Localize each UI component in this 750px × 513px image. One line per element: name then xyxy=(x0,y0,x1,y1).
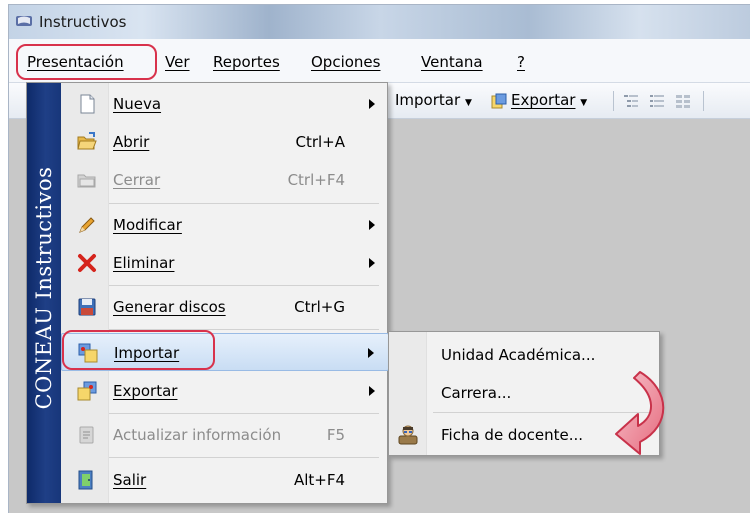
exit-door-icon xyxy=(78,470,93,490)
floppy-disk-icon xyxy=(78,298,96,316)
toolbar-separator xyxy=(613,91,614,111)
shortcut-generar-discos: Ctrl+G xyxy=(294,298,345,316)
title-bar: Instructivos xyxy=(9,5,750,39)
menu-item-label: Actualizar información xyxy=(113,426,282,444)
menu-item-label: Generar discos xyxy=(113,298,226,316)
submenu-item-label: Unidad Académica... xyxy=(441,346,596,364)
update-icon xyxy=(79,426,94,444)
menu-opciones[interactable]: Opciones xyxy=(311,53,380,71)
toolbar-exportar-button[interactable]: Exportar ▼ xyxy=(511,91,587,109)
side-banner-text: CONEAU Instructivos xyxy=(32,166,56,410)
menu-help[interactable]: ? xyxy=(517,53,525,71)
dropdown-arrow-icon: ▼ xyxy=(464,98,472,108)
toolbar-separator xyxy=(703,91,704,111)
menu-separator xyxy=(109,457,379,458)
list-view-icon[interactable] xyxy=(649,93,665,109)
dropdown-arrow-icon: ▼ xyxy=(580,98,588,108)
teacher-icon xyxy=(398,425,418,445)
app-icon xyxy=(16,16,32,26)
highlight-importar xyxy=(62,330,215,370)
menu-reportes[interactable]: Reportes xyxy=(213,53,280,71)
menu-item-actualizar-informacion[interactable]: Actualizar información F5 xyxy=(61,416,389,454)
close-folder-icon xyxy=(77,174,96,188)
menu-side-banner: CONEAU Instructivos xyxy=(27,83,61,503)
submenu-item-unidad-academica[interactable]: Unidad Académica... xyxy=(389,338,659,372)
menu-item-exportar[interactable]: Exportar xyxy=(61,372,389,410)
menu-ventana[interactable]: Ventana xyxy=(421,53,483,71)
shortcut-abrir: Ctrl+A xyxy=(295,133,345,151)
export-icon xyxy=(491,93,507,109)
menu-item-label: Nueva xyxy=(113,95,162,113)
new-document-icon xyxy=(80,94,95,114)
menu-separator xyxy=(109,285,379,286)
menu-item-label: Eliminar xyxy=(113,254,175,272)
shortcut-salir: Alt+F4 xyxy=(293,471,345,489)
menu-item-label: Abrir xyxy=(113,133,150,151)
menu-item-label: Exportar xyxy=(113,382,178,400)
shortcut-actualizar: F5 xyxy=(326,426,345,444)
submenu-arrow-icon xyxy=(369,220,375,230)
shortcut-cerrar: Ctrl+F4 xyxy=(287,171,345,189)
menu-item-label: Salir xyxy=(113,471,147,489)
export-icon xyxy=(77,381,97,401)
submenu-arrow-icon xyxy=(369,99,375,109)
annotation-arrow xyxy=(615,371,665,455)
menu-item-nueva[interactable]: Nueva xyxy=(61,85,389,123)
open-folder-icon xyxy=(77,132,97,150)
submenu-arrow-icon xyxy=(369,386,375,396)
presentacion-menu: CONEAU Instructivos Nueva Abrir Ctrl+A C… xyxy=(26,82,389,504)
red-x-icon xyxy=(78,254,96,272)
details-view-icon[interactable] xyxy=(675,93,691,109)
toolbar-importar-button[interactable]: Importar ▼ xyxy=(395,91,472,109)
pencil-icon xyxy=(79,217,95,233)
menu-ver[interactable]: Ver xyxy=(165,53,190,71)
submenu-item-label: Ficha de docente... xyxy=(441,426,584,444)
menu-separator xyxy=(109,203,379,204)
menu-item-modificar[interactable]: Modificar xyxy=(61,206,389,244)
menu-item-eliminar[interactable]: Eliminar xyxy=(61,244,389,282)
tree-view-icon[interactable] xyxy=(623,93,639,109)
menu-item-label: Cerrar xyxy=(113,171,161,189)
menu-item-cerrar[interactable]: Cerrar Ctrl+F4 xyxy=(61,161,389,199)
submenu-arrow-icon xyxy=(368,348,374,358)
menu-separator xyxy=(109,413,379,414)
menu-item-salir[interactable]: Salir Alt+F4 xyxy=(61,461,389,499)
menu-item-label: Modificar xyxy=(113,216,182,234)
highlight-presentacion xyxy=(16,44,157,80)
submenu-arrow-icon xyxy=(369,258,375,268)
menu-item-abrir[interactable]: Abrir Ctrl+A xyxy=(61,123,389,161)
window-title: Instructivos xyxy=(39,13,127,31)
menu-item-generar-discos[interactable]: Generar discos Ctrl+G xyxy=(61,288,389,326)
submenu-item-label: Carrera... xyxy=(441,384,512,402)
